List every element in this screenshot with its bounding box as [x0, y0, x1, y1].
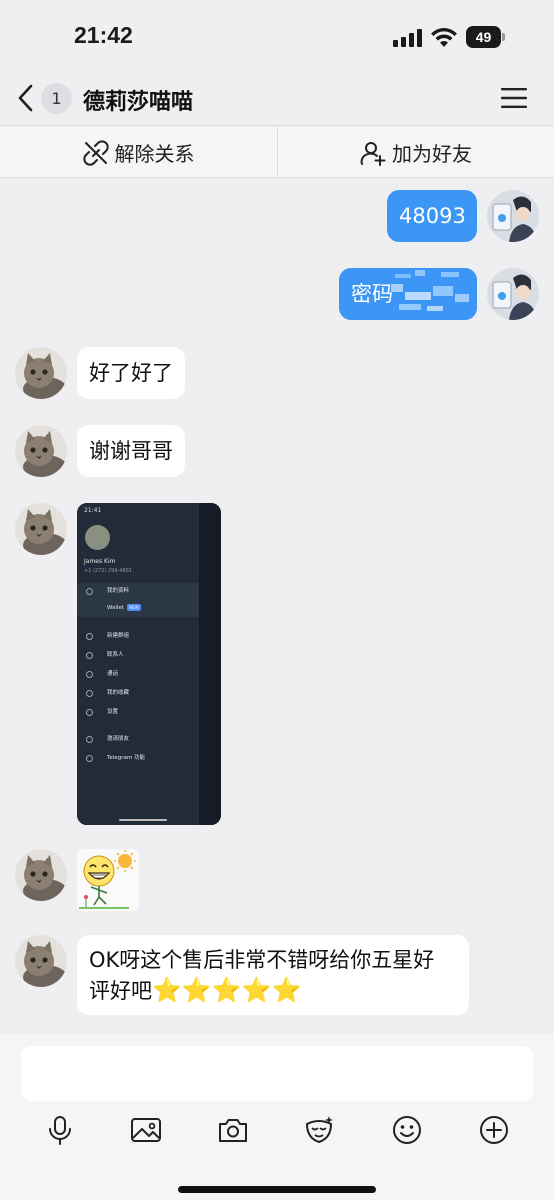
group-icon: [86, 633, 93, 640]
add-user-icon: [360, 141, 386, 166]
screenshot-drawer-panel: 21:41 James Kim +1 (272) 299-4881 我的资料 W…: [77, 503, 199, 825]
screenshot-menu-item: 我的收藏: [77, 685, 199, 702]
emoji-icon: [393, 1116, 421, 1144]
screenshot-menu-item: 通话: [77, 666, 199, 683]
unbind-button[interactable]: 解除关系: [0, 126, 277, 179]
plus-icon: [480, 1116, 508, 1144]
image-message[interactable]: 21:41 James Kim +1 (272) 299-4881 我的资料 W…: [77, 503, 221, 825]
mic-icon: [49, 1116, 71, 1145]
contact-avatar[interactable]: [15, 849, 67, 901]
add-friend-label: 加为好友: [392, 142, 472, 166]
contact-avatar[interactable]: [15, 425, 67, 477]
unbind-label: 解除关系: [114, 142, 195, 166]
message-bubble-incoming[interactable]: 好了好了: [77, 347, 185, 399]
signal-icon: [393, 29, 422, 47]
help-icon: [86, 755, 93, 762]
image-button[interactable]: [130, 1114, 162, 1146]
status-time: 21:42: [74, 22, 133, 48]
emoji-button[interactable]: [391, 1114, 423, 1146]
screenshot-phone: +1 (272) 299-4881: [84, 568, 133, 574]
profile-icon: [86, 588, 93, 595]
battery-icon: 49: [466, 26, 506, 48]
input-area: [0, 1034, 554, 1200]
mic-button[interactable]: [44, 1114, 76, 1146]
screenshot-menu-item: 设置: [77, 704, 199, 721]
message-text: 48093: [399, 204, 466, 228]
message-text-line: OK呀这个售后非常不错呀给你五星好: [89, 948, 435, 972]
home-indicator: [178, 1186, 376, 1193]
bookmark-icon: [86, 690, 93, 697]
screenshot-home-bar: [119, 819, 167, 821]
message-input[interactable]: [21, 1046, 533, 1101]
screenshot-menu-item: Wallet NEW: [77, 600, 199, 617]
add-friend-button[interactable]: 加为好友: [277, 126, 554, 179]
screenshot-menu-item: Telegram 功能: [77, 750, 199, 767]
camera-icon: [219, 1119, 247, 1142]
my-avatar[interactable]: [487, 268, 539, 320]
contact-avatar[interactable]: [15, 503, 67, 555]
star-emoji-row: ⭐⭐⭐⭐⭐: [152, 976, 302, 1004]
chat-title: 德莉莎喵喵: [83, 90, 194, 115]
screenshot-menu-item: 我的资料: [77, 583, 199, 600]
wifi-icon: [431, 28, 457, 47]
status-bar: 21:42 49: [0, 0, 554, 75]
laughing-sticker-icon: [79, 850, 136, 909]
sticker-message[interactable]: [77, 849, 139, 911]
voice-change-icon: [305, 1116, 333, 1144]
message-text: 谢谢哥哥: [89, 439, 173, 463]
invite-icon: [86, 736, 93, 743]
battery-level: 49: [466, 26, 501, 48]
voice-change-button[interactable]: [303, 1114, 335, 1146]
redacted-scribble: [391, 270, 469, 311]
contact-avatar[interactable]: [15, 347, 67, 399]
message-text: 密码: [351, 282, 393, 306]
screenshot-chat-list-edge: [199, 503, 221, 825]
message-text: 好了好了: [89, 361, 173, 385]
my-avatar[interactable]: [487, 190, 539, 242]
message-bubble-incoming[interactable]: 谢谢哥哥: [77, 425, 185, 477]
message-bubble-outgoing[interactable]: 48093: [387, 190, 477, 242]
message-text-line: 评好吧: [89, 979, 152, 1003]
image-icon: [131, 1118, 161, 1142]
screenshot-menu-item: 联系人: [77, 647, 199, 664]
settings-icon: [86, 709, 93, 716]
back-icon[interactable]: [15, 83, 37, 113]
screenshot-time: 21:41: [84, 507, 102, 514]
screenshot-profile-photo: [85, 525, 110, 550]
unread-badge[interactable]: 1: [41, 83, 72, 114]
more-button[interactable]: [478, 1114, 510, 1146]
camera-button[interactable]: [217, 1114, 249, 1146]
battery-cap: [502, 33, 505, 41]
unlink-icon: [82, 139, 109, 166]
nav-bar: 1 德莉莎喵喵: [0, 75, 554, 125]
contact-avatar[interactable]: [15, 935, 67, 987]
message-bubble-incoming[interactable]: OK呀这个售后非常不错呀给你五星好 评好吧⭐⭐⭐⭐⭐: [77, 935, 469, 1015]
screenshot-menu-item: 邀请朋友: [77, 731, 199, 748]
screenshot-menu-item: 新建群组: [77, 628, 199, 645]
new-tag: NEW: [127, 604, 141, 611]
screenshot-name: James Kim: [84, 558, 116, 565]
relation-action-bar: 解除关系 加为好友: [0, 125, 554, 179]
phone-icon: [86, 671, 93, 678]
contacts-icon: [86, 652, 93, 659]
menu-icon[interactable]: [501, 87, 527, 109]
